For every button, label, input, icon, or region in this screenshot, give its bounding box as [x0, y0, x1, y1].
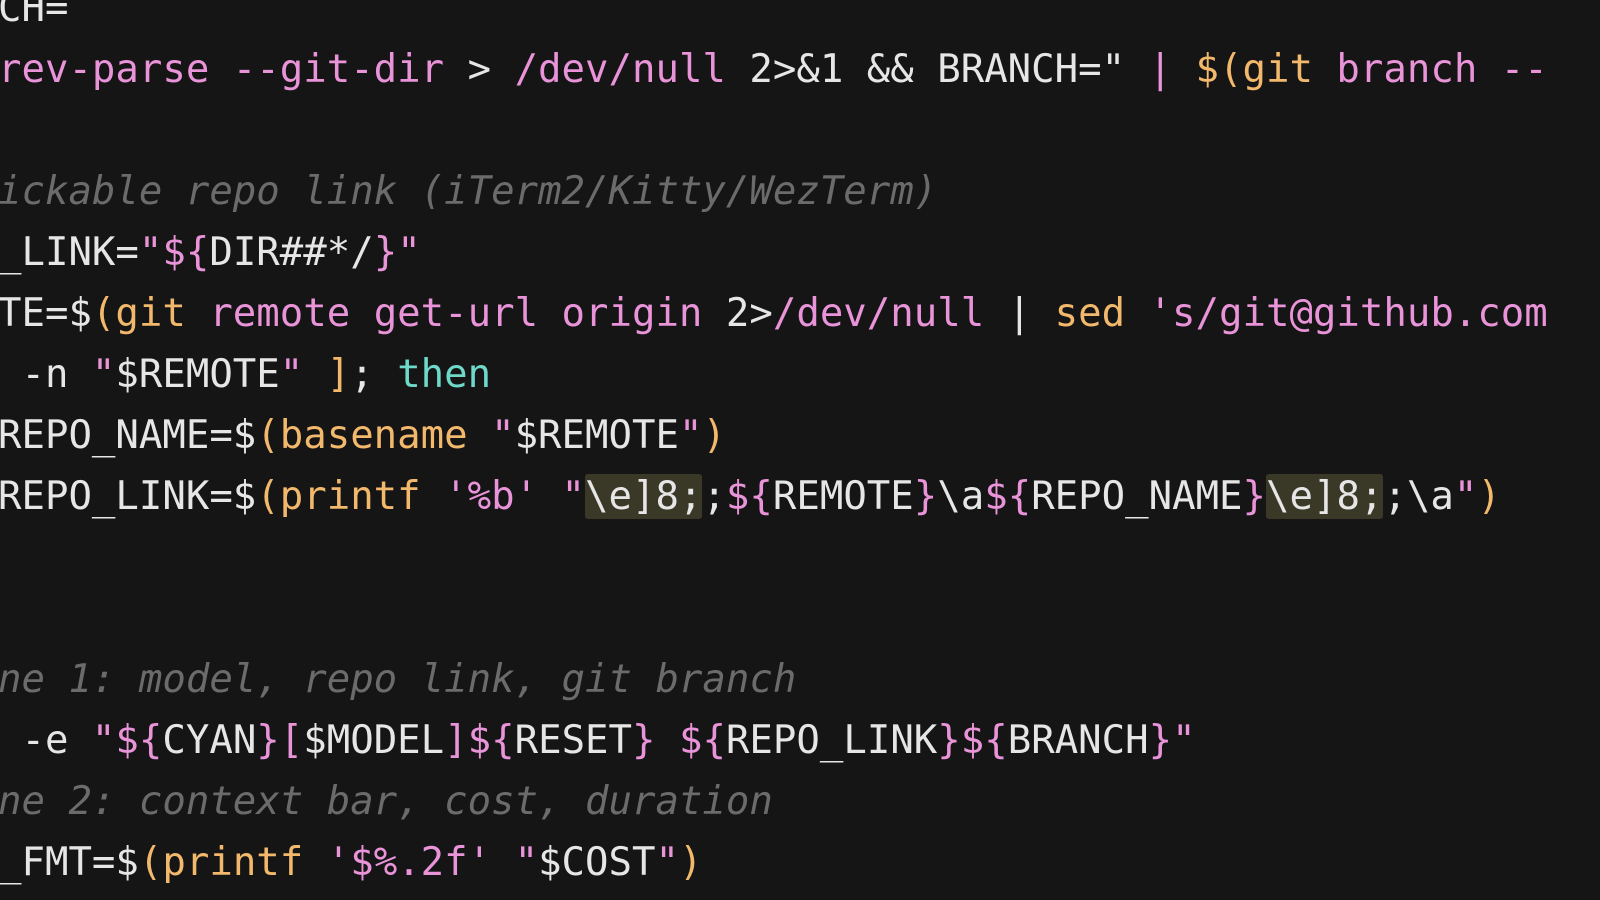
code-comment-line[interactable]: ne 2: context bar, cost, duration: [0, 771, 773, 832]
code-token: then: [397, 352, 492, 397]
code-token: REPO_LINK=$: [0, 474, 257, 519]
code-token: printf: [279, 474, 445, 519]
code-token: $REMOTE: [115, 352, 280, 397]
code-token: }: [256, 718, 280, 763]
code-token: ${: [678, 718, 726, 763]
code-token: ): [1477, 474, 1501, 519]
code-token: rev-parse --git-dir: [0, 47, 468, 92]
code-token: }: [1242, 474, 1267, 519]
code-token: 2>&1 && BRANCH=": [749, 47, 1126, 92]
search-match-highlight: \e]8;: [585, 474, 703, 519]
code-token: REPO_NAME=$: [0, 413, 257, 458]
code-token: ]: [444, 718, 468, 763]
code-token: }": [1148, 718, 1196, 763]
code-token: _FMT=$: [0, 840, 139, 885]
code-token: printf: [162, 840, 327, 885]
code-token: REPO_LINK: [725, 718, 938, 763]
code-token: TE=$: [0, 291, 92, 336]
code-token: -n: [0, 352, 92, 397]
code-token: ne 2: context bar, cost, duration: [0, 779, 773, 824]
code-token: ${: [984, 474, 1032, 519]
code-token: (: [138, 840, 163, 885]
code-token: ne 1: model, repo link, git branch: [0, 657, 797, 702]
code-token: ${: [725, 474, 773, 519]
code-line[interactable]: -n "$REMOTE" ]; then: [0, 344, 491, 405]
code-token: $COST: [538, 840, 656, 885]
code-token: '%b': [444, 474, 562, 519]
code-line[interactable]: REPO_NAME=$(basename "$REMOTE"): [0, 405, 726, 466]
code-line[interactable]: _FMT=$(printf '$%.2f' "$COST"): [0, 832, 702, 893]
code-line[interactable]: CH=: [0, 0, 68, 39]
code-token: $(: [1195, 47, 1243, 92]
code-token: ": [279, 352, 327, 397]
code-token: ": [514, 840, 539, 885]
code-token: ;: [702, 474, 726, 519]
code-token: |: [1125, 47, 1196, 92]
code-token: REMOTE: [772, 474, 914, 519]
code-token: CH=: [0, 0, 69, 31]
code-token: }": [373, 230, 421, 275]
code-line[interactable]: _LINK="${DIR##*/}": [0, 222, 421, 283]
code-token: /dev/null: [772, 291, 1008, 336]
code-token: (: [91, 291, 116, 336]
code-line[interactable]: REPO_LINK=$(printf '%b' "\e]8;;${REMOTE}…: [0, 466, 1501, 527]
code-token: ": [491, 413, 515, 458]
code-text-area[interactable]: CH= rev-parse --git-dir > /dev/null 2>&1 …: [0, 0, 1600, 900]
code-token: }: [937, 718, 961, 763]
code-token: $REMOTE: [514, 413, 679, 458]
code-token: ;: [350, 352, 398, 397]
code-token: '$%.2f': [326, 840, 515, 885]
code-token: [: [279, 718, 304, 763]
code-token: ): [678, 840, 703, 885]
code-token: RESET: [514, 718, 633, 763]
code-token: BRANCH: [1007, 718, 1149, 763]
code-token: remote get-url origin: [209, 291, 726, 336]
code-token: \a: [937, 474, 985, 519]
code-token: branch --: [1336, 47, 1548, 92]
code-token: ;\a: [1383, 474, 1454, 519]
code-token: basename: [279, 413, 492, 458]
code-token: }: [913, 474, 938, 519]
code-token: git: [1242, 47, 1337, 92]
code-token: (: [256, 413, 280, 458]
code-token: ": [655, 840, 679, 885]
code-comment-line[interactable]: ne 1: model, repo link, git branch: [0, 649, 796, 710]
code-token: _LINK=: [0, 230, 139, 275]
code-token: ": [561, 474, 586, 519]
code-token: CYAN: [162, 718, 257, 763]
code-token: ): [702, 413, 726, 458]
code-token: ": [1453, 474, 1478, 519]
code-token: ": [678, 413, 703, 458]
code-token: REPO_NAME: [1031, 474, 1243, 519]
code-editor[interactable]: CH= rev-parse --git-dir > /dev/null 2>&1 …: [0, 0, 1600, 900]
code-token: git: [115, 291, 210, 336]
code-token: }: [632, 718, 679, 763]
code-token: 2>: [725, 291, 773, 336]
code-line[interactable]: rev-parse --git-dir > /dev/null 2>&1 && …: [0, 39, 1548, 100]
code-token: $MODEL: [303, 718, 445, 763]
code-token: /dev/null: [514, 47, 750, 92]
code-line[interactable]: TE=$(git remote get-url origin 2>/dev/nu…: [0, 283, 1548, 344]
code-token: ]: [326, 352, 351, 397]
code-token: (: [256, 474, 280, 519]
code-token: ${: [960, 718, 1008, 763]
code-token: ickable repo link (iTerm2/Kitty/WezTerm): [0, 169, 938, 214]
code-token: DIR##*/: [209, 230, 374, 275]
code-token: 's/git@github.com: [1148, 291, 1548, 336]
code-comment-line[interactable]: ickable repo link (iTerm2/Kitty/WezTerm): [0, 161, 937, 222]
code-token: "${: [91, 718, 163, 763]
search-match-highlight: \e]8;: [1266, 474, 1384, 519]
code-line[interactable]: -e "${CYAN}[$MODEL]${RESET} ${REPO_LINK}…: [0, 710, 1196, 771]
code-token: |: [1007, 291, 1055, 336]
code-token: ": [91, 352, 116, 397]
code-token: -e: [0, 718, 92, 763]
code-token: ${: [467, 718, 515, 763]
code-token: >: [467, 47, 515, 92]
code-token: "${: [138, 230, 210, 275]
code-token: sed: [1054, 291, 1149, 336]
